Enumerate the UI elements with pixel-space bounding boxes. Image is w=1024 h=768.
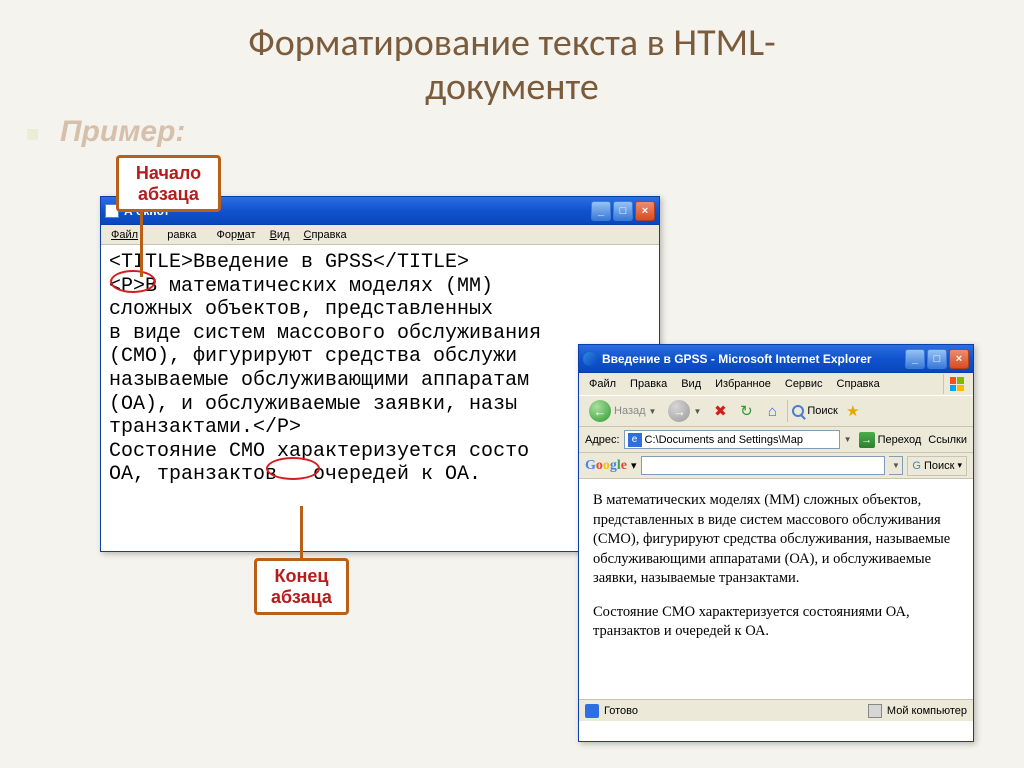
menu-help[interactable]: Справка: [298, 227, 353, 243]
refresh-button[interactable]: ↻: [735, 400, 757, 422]
address-input[interactable]: e C:\Documents and Settings\Мар: [624, 430, 840, 449]
menu-file[interactable]: Файл: [583, 376, 622, 392]
status-bar: Готово Мой компьютер: [579, 699, 973, 721]
callout-begin-paragraph: Начало абзаца: [116, 155, 221, 212]
callout-pointer-bottom: [300, 506, 303, 558]
callout-end-paragraph: Конец абзаца: [254, 558, 349, 615]
windows-flag-icon: [943, 374, 969, 394]
address-label: Адрес:: [585, 434, 620, 446]
ie-window: Введение в GPSS - Microsoft Internet Exp…: [578, 344, 974, 742]
google-logo[interactable]: Google: [585, 458, 627, 474]
window-title: Введение в GPSS - Microsoft Internet Exp…: [602, 352, 905, 366]
address-bar: Адрес: e C:\Documents and Settings\Мар ▼…: [579, 427, 973, 453]
menu-tools[interactable]: Сервис: [779, 376, 829, 392]
minimize-button[interactable]: _: [591, 201, 611, 221]
titlebar[interactable]: Введение в GPSS - Microsoft Internet Exp…: [579, 345, 973, 373]
close-button[interactable]: ×: [635, 201, 655, 221]
maximize-button[interactable]: □: [613, 201, 633, 221]
links-label[interactable]: Ссылки: [928, 434, 967, 446]
forward-button[interactable]: → ▼: [664, 398, 705, 424]
menu-edit[interactable]: Правка: [624, 376, 673, 392]
paragraph-1: В математических моделях (ММ) сложных об…: [593, 491, 959, 589]
maximize-button[interactable]: □: [927, 349, 947, 369]
ie-icon: [583, 352, 597, 366]
title-line-1: Форматирование текста в HTML-: [248, 20, 775, 66]
paragraph-2: Состояние СМО характеризуется состояниям…: [593, 603, 959, 642]
menu-help[interactable]: Справка: [831, 376, 886, 392]
slide-title: Форматирование текста в HTML- документе: [0, 0, 1024, 109]
highlight-oval-open-tag: [110, 270, 156, 293]
notepad-text-area[interactable]: <TITLE>Введение в GPSS</TITLE> <P>В мате…: [101, 245, 659, 493]
close-button[interactable]: ×: [949, 349, 969, 369]
search-button[interactable]: Поиск: [792, 405, 837, 417]
example-label: Пример:: [60, 115, 185, 149]
google-toolbar: Google ▾ ▼ G Поиск ▾: [579, 453, 973, 479]
minimize-button[interactable]: _: [905, 349, 925, 369]
menu-format[interactable]: Формат: [210, 227, 261, 243]
ie-menubar: Файл Правка Вид Избранное Сервис Справка: [579, 373, 973, 395]
status-text: Готово: [604, 705, 638, 717]
google-search-input[interactable]: [641, 456, 886, 475]
computer-icon: [868, 704, 882, 718]
go-button[interactable]: → Переход: [856, 431, 925, 449]
google-search-button[interactable]: G Поиск ▾: [907, 456, 967, 476]
home-button[interactable]: ⌂: [761, 400, 783, 422]
title-line-2: документе: [425, 64, 599, 110]
back-button[interactable]: ← Назад ▼: [585, 398, 660, 424]
notepad-window: А окнот _ □ × Файл равка Формат Вид Спра…: [100, 196, 660, 552]
menu-view[interactable]: Вид: [264, 227, 296, 243]
page-icon: e: [628, 433, 642, 447]
zone-text: Мой компьютер: [887, 705, 967, 717]
menu-file[interactable]: Файл: [105, 227, 144, 243]
menubar: Файл равка Формат Вид Справка: [101, 225, 659, 245]
callout-pointer-top: [140, 211, 143, 277]
status-icon: [585, 704, 599, 718]
google-search-dropdown[interactable]: ▼: [889, 456, 903, 475]
favorites-button[interactable]: ★: [842, 400, 864, 422]
ie-toolbar: ← Назад ▼ → ▼ ✖ ↻ ⌂ Поиск ★: [579, 395, 973, 427]
stop-button[interactable]: ✖: [709, 400, 731, 422]
highlight-oval-close-tag: [266, 457, 320, 480]
address-dropdown[interactable]: ▼: [844, 435, 852, 444]
menu-favorites[interactable]: Избранное: [709, 376, 777, 392]
menu-view[interactable]: Вид: [675, 376, 707, 392]
ie-page-content: В математических моделях (ММ) сложных об…: [579, 479, 973, 699]
menu-edit[interactable]: равка: [146, 227, 208, 243]
search-icon: [792, 405, 804, 417]
